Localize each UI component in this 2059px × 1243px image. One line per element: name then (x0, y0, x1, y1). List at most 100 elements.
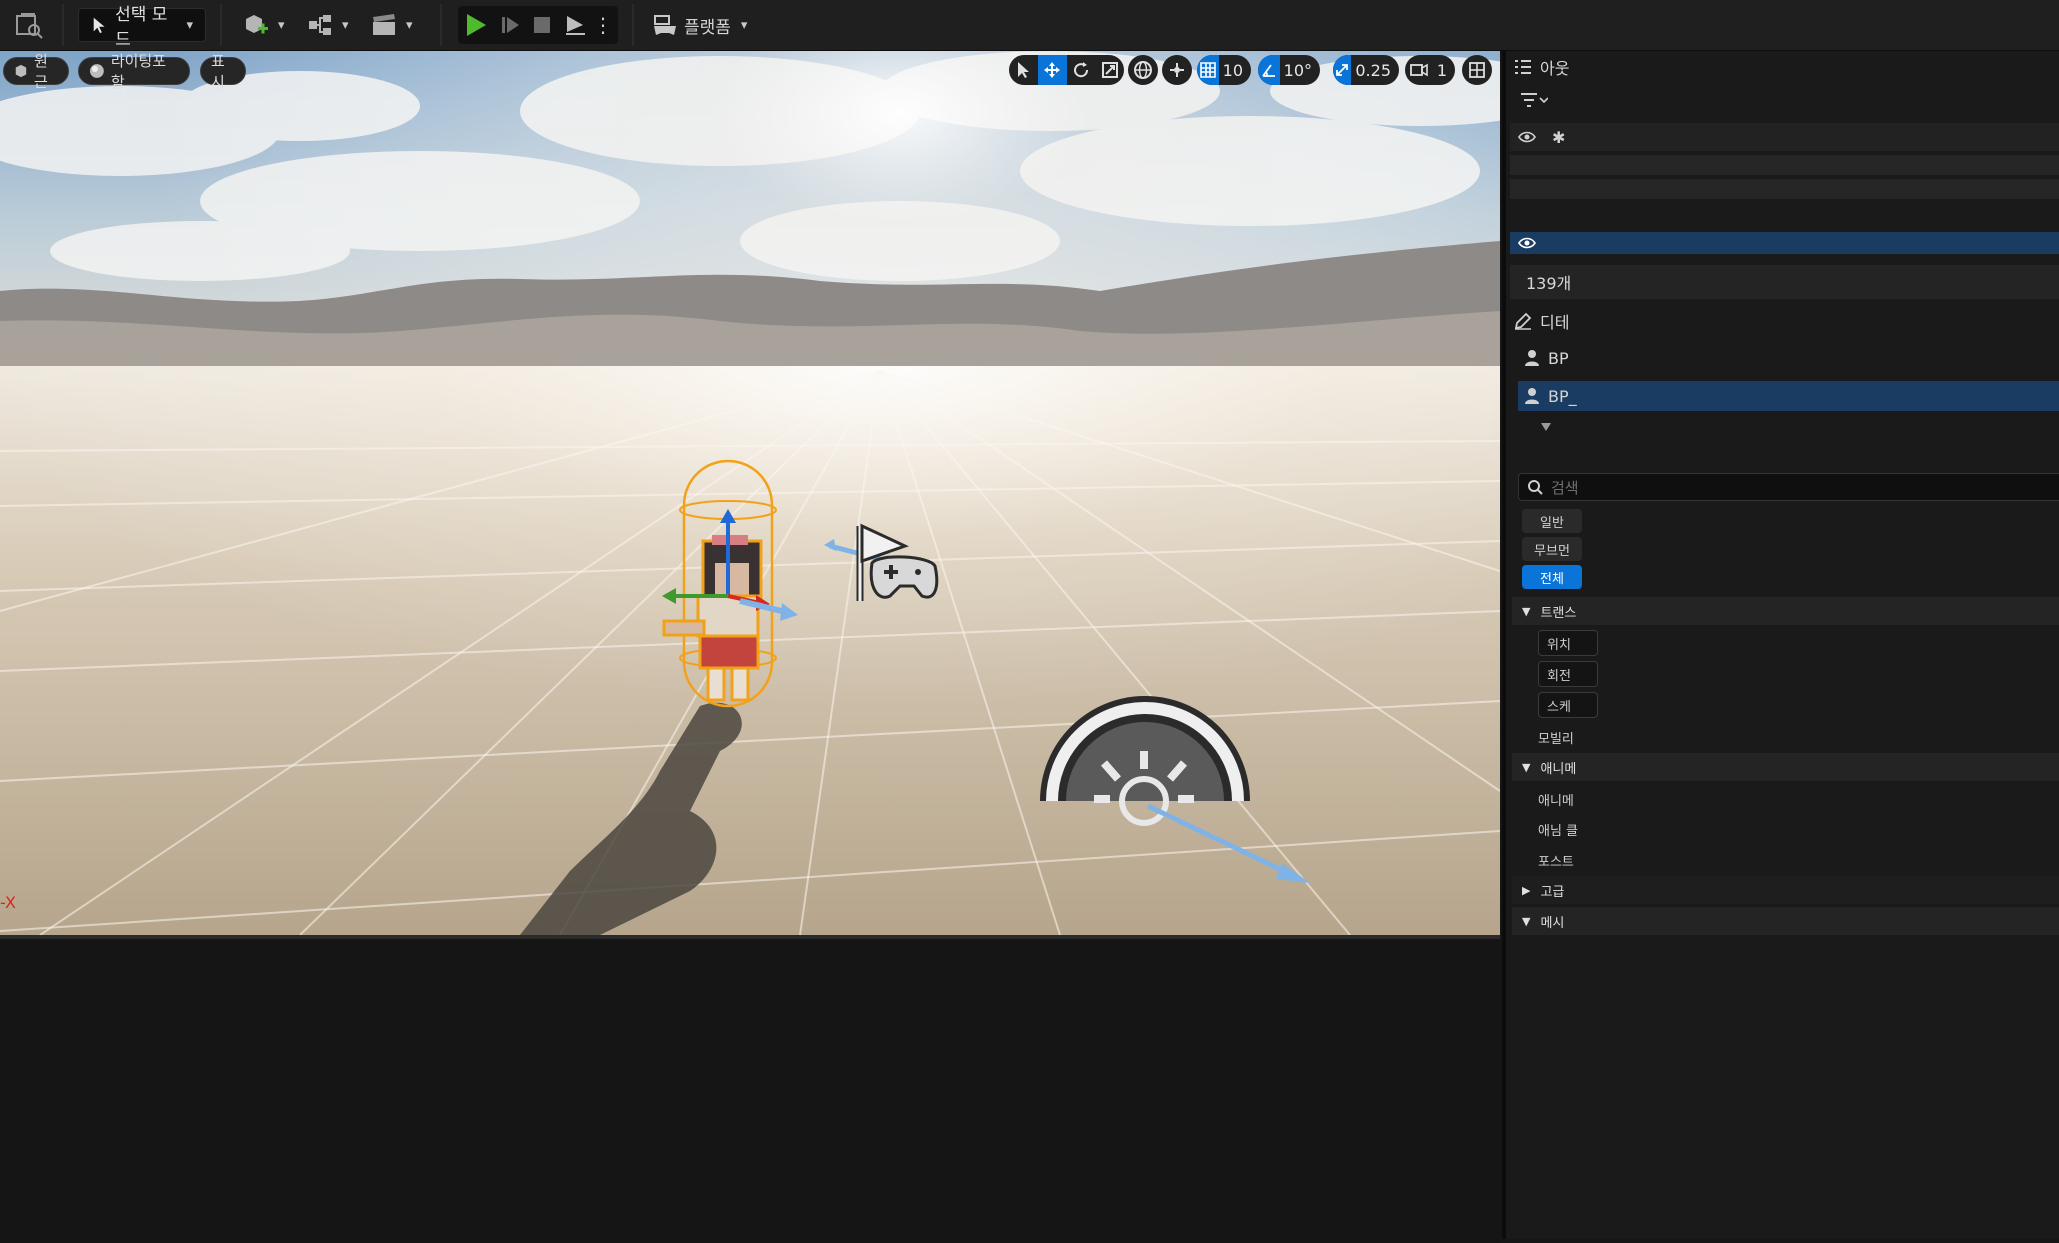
details-search-input[interactable]: 검색 (1518, 473, 2059, 501)
scene-render[interactable] (0, 51, 1500, 935)
eye-icon[interactable] (1518, 237, 1536, 249)
outliner-row[interactable] (1510, 179, 2059, 199)
stop-icon[interactable] (526, 16, 558, 34)
section-transform-label: 트랜스 (1540, 605, 1577, 621)
globe-icon (1134, 61, 1152, 79)
grid-snap-control[interactable]: 10 (1197, 55, 1251, 85)
more-options-icon[interactable]: ⋮ (592, 13, 614, 37)
select-mode-label: 선택 모드 (115, 5, 168, 50)
post-process-label: 포스트 (1538, 855, 1574, 870)
outliner-header: ✱ (1510, 123, 2059, 151)
details-component-row[interactable]: BP_ (1518, 381, 2059, 411)
chevron-down-icon: ▾ (406, 17, 413, 33)
scale-snap-control[interactable]: 0.25 (1333, 55, 1399, 85)
blueprint-button[interactable]: ▾ (306, 5, 349, 45)
outliner-item-count: 139개 (1510, 265, 2059, 299)
mobility-label: 모빌리 (1538, 732, 1574, 747)
filter-all-label: 전체 (1540, 571, 1564, 587)
select-tool-icon[interactable] (1009, 55, 1038, 85)
surface-snap-toggle[interactable] (1162, 55, 1192, 85)
platform-label: 플랫폼 (684, 17, 731, 38)
filter-movement-label: 무브먼 (1534, 543, 1570, 559)
chevron-down-icon: ▾ (740, 17, 748, 33)
viewport-layout-button[interactable] (1462, 55, 1492, 85)
level-viewport[interactable]: -X (0, 51, 1500, 935)
layout-grid-icon (1469, 62, 1485, 78)
filter-movement-button[interactable]: 무브먼 (1522, 537, 1582, 561)
collapse-arrow-icon: ▼ (1522, 604, 1531, 618)
select-mode-icon (93, 17, 105, 34)
rotation-snap-value: 10° (1283, 60, 1312, 80)
filter-icon[interactable] (1520, 91, 1549, 115)
view-mode-button[interactable]: 원근 (3, 52, 69, 91)
camera-icon (1405, 55, 1433, 85)
details-actor-row[interactable]: BP (1524, 345, 2059, 371)
rotate-tool-icon[interactable] (1067, 55, 1096, 85)
content-browser-icon[interactable] (14, 5, 44, 45)
chevron-down-icon: ▾ (342, 17, 349, 33)
add-actor-button[interactable]: ▾ (242, 5, 285, 45)
translate-tool-icon[interactable] (1037, 55, 1067, 85)
outliner-row-selected[interactable] (1510, 232, 2059, 254)
expand-arrow-icon: ▶ (1522, 883, 1531, 897)
filter-all-button[interactable]: 전체 (1522, 565, 1582, 589)
show-label: 표시 (211, 52, 225, 91)
lit-sphere-icon (89, 64, 104, 78)
perspective-cube-icon (15, 64, 27, 78)
blueprint-icon (309, 15, 331, 35)
pawn-icon (1525, 350, 1539, 366)
pawn-icon (1525, 388, 1539, 404)
search-icon (1528, 480, 1543, 495)
location-dropdown[interactable]: 위치 (1538, 630, 1598, 656)
search-placeholder: 검색 (1551, 478, 1579, 497)
transform-tools (1009, 55, 1124, 85)
actor-name: BP (1548, 348, 1569, 368)
section-transform[interactable]: ▼ 트랜스 (1512, 597, 2059, 625)
anim-class-label: 애님 클 (1538, 824, 1579, 839)
collapse-arrow-icon: ▼ (1522, 914, 1531, 928)
section-mesh[interactable]: ▼ 메시 (1512, 907, 2059, 935)
details-tab[interactable]: 디테 (1514, 309, 2059, 333)
scale-dropdown[interactable]: 스케 (1538, 692, 1598, 718)
cinematics-button[interactable]: ▾ (370, 5, 413, 45)
filter-general-label: 일반 (1540, 515, 1564, 531)
scale-label: 스케 (1547, 699, 1571, 715)
rotation-dropdown[interactable]: 회전 (1538, 661, 1598, 687)
step-forward-icon[interactable] (494, 15, 526, 35)
grid-snap-value: 10 (1222, 60, 1243, 80)
section-animation[interactable]: ▼ 애니메 (1512, 753, 2059, 781)
platform-dropdown[interactable]: 플랫폼 ▾ (652, 5, 747, 45)
play-icon[interactable] (458, 13, 494, 37)
gamepad-icon (654, 15, 676, 35)
lit-mode-label: 라이팅포함 (110, 52, 167, 91)
scale-tool-icon[interactable] (1095, 55, 1124, 85)
pencil-icon (1514, 312, 1532, 330)
eye-icon[interactable] (1518, 131, 1536, 143)
details-tab-label: 디테 (1540, 313, 1570, 332)
outliner-tab[interactable]: 아웃 (1514, 55, 2059, 79)
collapse-arrow-icon: ▼ (1522, 760, 1531, 774)
camera-speed-control[interactable]: 1 (1405, 55, 1455, 85)
outliner-tab-label: 아웃 (1540, 59, 1570, 78)
scale-snap-value: 0.25 (1355, 60, 1391, 80)
section-animation-label: 애니메 (1540, 761, 1577, 777)
location-label: 위치 (1547, 637, 1571, 653)
section-advanced[interactable]: ▶ 고급 (1512, 876, 2059, 904)
main-toolbar: 선택 모드 ▾ ▾ ▾ ▾ ⋮ 플랫폼 ▾ (0, 0, 2059, 52)
eject-icon[interactable] (558, 14, 592, 36)
rotation-snap-control[interactable]: 10° (1258, 55, 1320, 85)
play-controls: ⋮ (458, 6, 618, 44)
star-icon[interactable]: ✱ (1552, 128, 1565, 147)
expand-arrow-icon[interactable] (1540, 417, 1552, 436)
lit-mode-button[interactable]: 라이팅포함 (78, 52, 190, 91)
chevron-down-icon: ▾ (278, 17, 285, 33)
select-mode-dropdown[interactable]: 선택 모드 ▾ (78, 5, 206, 50)
filter-general-button[interactable]: 일반 (1522, 509, 1582, 533)
outliner-row[interactable] (1510, 155, 2059, 175)
show-flags-button[interactable]: 표시 (200, 52, 246, 91)
chevron-down-icon: ▾ (186, 17, 193, 33)
camera-speed-value: 1 (1436, 60, 1447, 80)
world-local-toggle[interactable] (1128, 55, 1158, 85)
anim-mode-label: 애니메 (1538, 794, 1574, 809)
add-cube-icon (246, 15, 268, 34)
